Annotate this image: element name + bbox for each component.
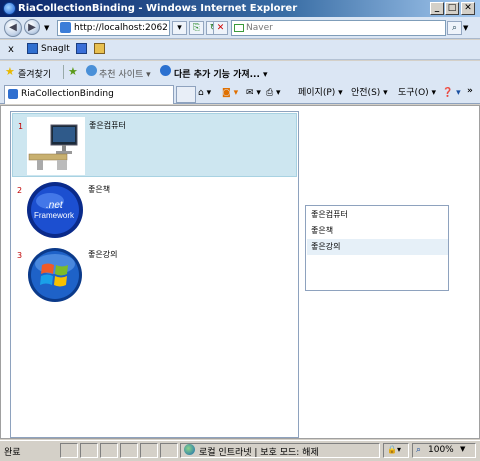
dotnet-framework-image: .net Framework	[26, 181, 84, 239]
feeds-icon[interactable]: ◙ ▾	[222, 86, 238, 101]
forward-button[interactable]: ▶	[24, 19, 40, 35]
url-input[interactable]: http://localhost:2062	[57, 20, 170, 36]
item-number: 1	[18, 122, 24, 131]
url-text: http://localhost:2062	[74, 23, 168, 33]
zoom-dropdown-icon[interactable]: ▼	[460, 445, 465, 453]
list-item[interactable]: 3 좋은강의	[12, 243, 297, 307]
item-number: 3	[17, 251, 23, 260]
search-placeholder: Naver	[246, 23, 273, 33]
toolbar-close-icon[interactable]: x	[8, 44, 14, 55]
zoom-level: 100%	[428, 445, 454, 455]
page-menu[interactable]: 페이지(P) ▾	[298, 86, 343, 101]
status-segment	[120, 443, 138, 458]
search-provider-icon	[234, 24, 244, 32]
get-more-addons-label: 다른 추가 기능 가져...	[174, 70, 260, 80]
ie-logo-icon	[3, 2, 16, 15]
close-button[interactable]: ✕	[461, 2, 475, 15]
search-go-icon[interactable]: ⌕	[447, 21, 462, 35]
list-item[interactable]: 2 .net Framework 좋은책	[12, 178, 297, 242]
item-label: 좋은컴퓨터	[89, 121, 126, 130]
addons-icon	[160, 65, 171, 76]
favorites-button[interactable]: 즐겨찾기	[18, 67, 51, 80]
search-input[interactable]: Naver	[231, 20, 446, 36]
item-label: 좋은강의	[88, 250, 118, 259]
title-bar: RiaCollectionBinding - Windows Internet …	[0, 0, 480, 17]
tab-title: RiaCollectionBinding	[21, 89, 114, 99]
safety-menu-label: 안전(S)	[351, 88, 381, 98]
status-segment	[140, 443, 158, 458]
computer-image	[27, 117, 85, 175]
status-text: 완료	[4, 448, 21, 458]
framework-text: Framework	[34, 211, 75, 220]
home-icon[interactable]: ⌂ ▾	[198, 86, 211, 101]
mail-icon[interactable]: ✉ ▾	[246, 86, 261, 101]
add-favorite-icon[interactable]: ★	[68, 65, 78, 78]
list-item[interactable]: 좋은책	[307, 223, 448, 239]
snagit-button[interactable]: SnagIt	[41, 44, 70, 54]
history-dropdown-icon[interactable]: ▼	[44, 24, 49, 32]
links-toolbar	[0, 40, 480, 60]
new-tab-button[interactable]	[176, 86, 196, 103]
address-dropdown-icon[interactable]: ▾	[172, 21, 187, 35]
back-button[interactable]: ◀	[4, 19, 22, 37]
search-options-icon[interactable]: ▼	[463, 24, 468, 32]
status-segment	[100, 443, 118, 458]
stop-icon[interactable]: ✕	[213, 21, 228, 35]
list-item[interactable]: 좋은컴퓨터	[307, 207, 448, 223]
page-menu-label: 페이지(P)	[298, 88, 336, 98]
tab-page-icon	[8, 89, 18, 99]
window-title: RiaCollectionBinding - Windows Internet …	[18, 3, 298, 14]
capture-icon[interactable]	[76, 43, 87, 54]
maximize-button[interactable]: □	[445, 2, 459, 15]
list-item[interactable]: 좋은강의	[307, 239, 448, 255]
status-segment	[60, 443, 78, 458]
get-more-addons-button[interactable]: 다른 추가 기능 가져... ▾	[174, 67, 268, 80]
tools-menu[interactable]: 도구(O) ▾	[398, 86, 436, 101]
tab-riacollectionbinding[interactable]: RiaCollectionBinding	[4, 85, 174, 104]
dotnet-text: .net	[46, 200, 64, 211]
compat-view-icon[interactable]: ⎘	[189, 21, 204, 35]
intranet-globe-icon	[184, 444, 195, 455]
separator	[63, 65, 64, 79]
minimize-button[interactable]: _	[430, 2, 444, 15]
suggested-sites-button[interactable]: 추천 사이트 ▾	[99, 67, 151, 80]
status-segment	[80, 443, 98, 458]
status-segment	[160, 443, 178, 458]
snagit-icon	[27, 43, 38, 54]
favorites-star-icon: ★	[5, 65, 15, 78]
help-icon[interactable]: ❓ ▾	[442, 86, 461, 101]
item-label: 좋은책	[88, 185, 111, 194]
name-listbox[interactable]: 좋은컴퓨터 좋은책 좋은강의	[305, 205, 449, 291]
snagit-editor-icon[interactable]	[94, 43, 105, 54]
suggested-sites-label: 추천 사이트	[99, 70, 144, 80]
item-listbox[interactable]: 1 좋은컴퓨터 2 .net Framework 좋은책 3 좋은강의	[10, 111, 299, 438]
page-icon	[60, 22, 71, 33]
zoom-icon: ⌕	[416, 445, 422, 455]
suggested-sites-icon	[86, 65, 97, 76]
tools-menu-label: 도구(O)	[398, 88, 429, 98]
zone-text: 로컬 인트라넷 | 보호 모드: 해제	[199, 448, 319, 458]
safety-menu[interactable]: 안전(S) ▾	[351, 86, 388, 101]
windows-logo-image	[26, 246, 84, 304]
item-number: 2	[17, 186, 23, 195]
list-item[interactable]: 1 좋은컴퓨터	[12, 113, 297, 177]
chevron-more-icon[interactable]: »	[467, 84, 473, 99]
print-icon[interactable]: ⎙ ▾	[266, 86, 281, 101]
security-icon: 🔒▾	[387, 445, 401, 454]
